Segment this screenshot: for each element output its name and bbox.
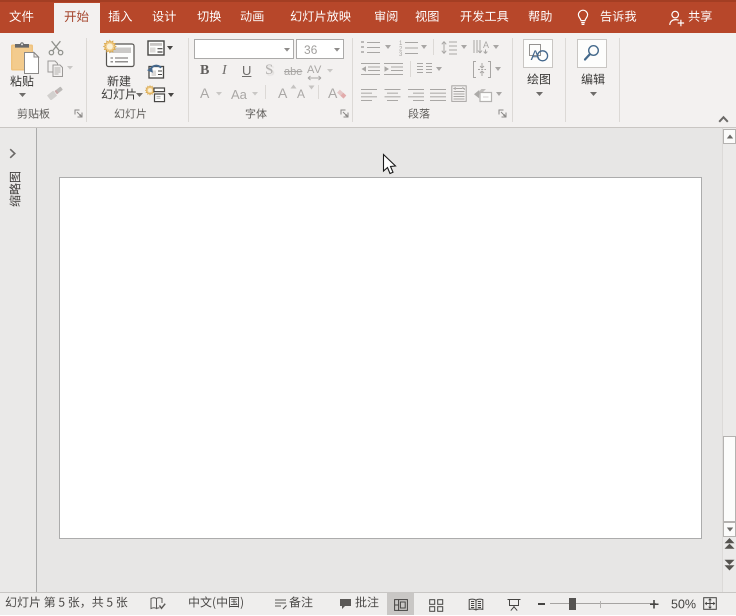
svg-text:A: A [483,40,489,50]
svg-text:3: 3 [399,52,403,56]
